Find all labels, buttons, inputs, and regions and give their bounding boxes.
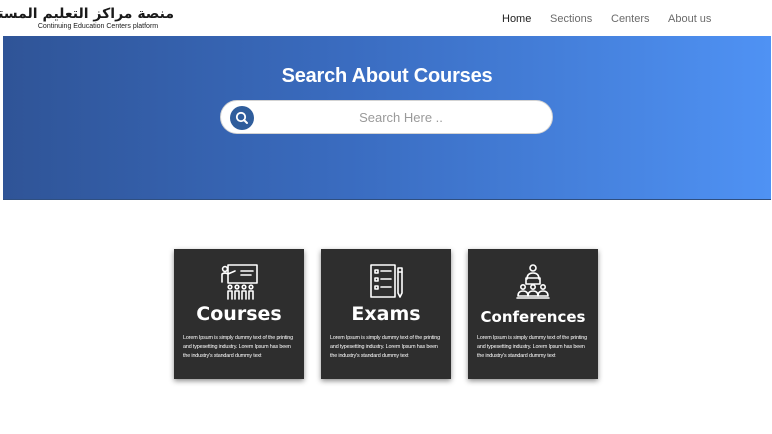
logo-english-text: Continuing Education Centers platform	[37, 23, 159, 30]
conference-speaker-icon	[513, 263, 553, 301]
hero-banner: Search About Courses	[3, 36, 771, 200]
nav-centers[interactable]: Centers	[611, 12, 650, 26]
search-input[interactable]	[261, 103, 541, 131]
card-courses[interactable]: Courses Lorem Ipsum is simply dummy text…	[174, 249, 304, 379]
nav-sections[interactable]: Sections	[550, 12, 592, 26]
top-navbar: منصة مراكز التعليم المستمر Continuing Ed…	[0, 0, 772, 36]
nav-about-us[interactable]: About us	[668, 12, 711, 26]
exam-sheet-icon	[366, 263, 406, 301]
card-conferences[interactable]: Conferences Lorem Ipsum is simply dummy …	[468, 249, 598, 379]
card-description: Lorem Ipsum is simply dummy text of the …	[330, 335, 440, 359]
card-title: Conferences	[480, 308, 586, 326]
card-title: Courses	[196, 303, 282, 325]
card-exams[interactable]: Exams Lorem Ipsum is simply dummy text o…	[321, 249, 451, 379]
teacher-presentation-icon	[219, 263, 259, 301]
card-description: Lorem Ipsum is simply dummy text of the …	[183, 335, 293, 359]
logo-arabic-text: منصة مراكز التعليم المستمر	[0, 6, 174, 22]
site-logo[interactable]: منصة مراكز التعليم المستمر Continuing Ed…	[0, 6, 174, 32]
card-title: Exams	[351, 303, 421, 325]
search-bar	[220, 100, 553, 134]
card-description: Lorem Ipsum is simply dummy text of the …	[477, 335, 587, 359]
hero-title: Search About Courses	[281, 65, 493, 87]
nav-home[interactable]: Home	[502, 12, 531, 26]
search-icon[interactable]	[230, 106, 254, 130]
